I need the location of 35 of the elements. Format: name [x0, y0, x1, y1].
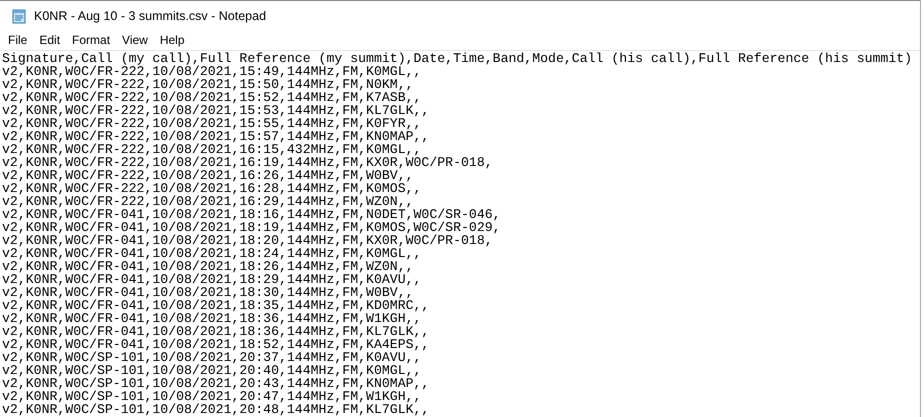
text-line: v2,K0NR,W0C/FR-041,10/08/2021,18:35,144MHz,FM,KD0MRC,,: [2, 299, 430, 312]
text-line: v2,K0NR,W0C/FR-041,10/08/2021,18:29,144MHz,FM,K0AVU,,: [2, 273, 422, 286]
text-line: v2,K0NR,W0C/FR-041,10/08/2021,18:20,144MHz,FM,KX0R,W0C/PR-018,: [2, 234, 493, 247]
text-line: Signature,Call (my call),Full Reference (my summit),Date,Time,Band,Mode,Call (his call),Full Reference (his summit): [2, 52, 912, 65]
text-line: v2,K0NR,W0C/FR-222,10/08/2021,16:29,144MHz,FM,WZ0N,,: [2, 195, 414, 208]
text-line: v2,K0NR,W0C/FR-222,10/08/2021,16:28,144MHz,FM,K0MOS,,: [2, 182, 422, 195]
text-line: v2,K0NR,W0C/FR-041,10/08/2021,18:52,144MHz,FM,KA4EPS,,: [2, 338, 430, 351]
menu-item[interactable]: File: [2, 33, 34, 47]
menu-item[interactable]: View: [116, 33, 154, 47]
text-line: v2,K0NR,W0C/FR-041,10/08/2021,18:26,144MHz,FM,WZ0N,,: [2, 260, 414, 273]
notepad-icon: [11, 8, 27, 24]
text-line: v2,K0NR,W0C/FR-041,10/08/2021,18:36,144MHz,FM,W1KGH,,: [2, 312, 422, 325]
text-line: v2,K0NR,W0C/FR-041,10/08/2021,18:24,144MHz,FM,K0MGL,,: [2, 247, 422, 260]
text-line: v2,K0NR,W0C/FR-222,10/08/2021,15:52,144MHz,FM,K7ASB,,: [2, 91, 422, 104]
text-line: v2,K0NR,W0C/SP-101,10/08/2021,20:47,144MHz,FM,W1KGH,,: [2, 390, 422, 403]
text-line: v2,K0NR,W0C/FR-222,10/08/2021,16:26,144MHz,FM,W0BV,,: [2, 169, 414, 182]
text-line: v2,K0NR,W0C/FR-222,10/08/2021,16:15,432MHz,FM,K0MGL,,: [2, 143, 422, 156]
text-line: v2,K0NR,W0C/FR-222,10/08/2021,15:55,144MHz,FM,K0FYR,,: [2, 117, 422, 130]
menu-item[interactable]: Edit: [33, 33, 66, 47]
text-line: v2,K0NR,W0C/SP-101,10/08/2021,20:48,144MHz,FM,KL7GLK,,: [2, 403, 430, 416]
text-line: v2,K0NR,W0C/FR-222,10/08/2021,15:53,144MHz,FM,KL7GLK,,: [2, 104, 430, 117]
text-line: v2,K0NR,W0C/FR-222,10/08/2021,16:19,144MHz,FM,KX0R,W0C/PR-018,: [2, 156, 493, 169]
text-line: v2,K0NR,W0C/SP-101,10/08/2021,20:37,144MHz,FM,K0AVU,,: [2, 351, 422, 364]
text-line: v2,K0NR,W0C/FR-222,10/08/2021,15:49,144MHz,FM,K0MGL,,: [2, 65, 422, 78]
text-line: v2,K0NR,W0C/FR-222,10/08/2021,15:50,144MHz,FM,N0KM,,: [2, 78, 414, 91]
text-line: v2,K0NR,W0C/FR-222,10/08/2021,15:57,144MHz,FM,KN0MAP,,: [2, 130, 430, 143]
menu-item[interactable]: Format: [66, 33, 116, 47]
menu-item[interactable]: Help: [154, 33, 191, 47]
text-line: v2,K0NR,W0C/SP-101,10/08/2021,20:43,144MHz,FM,KN0MAP,,: [2, 377, 430, 390]
text-line: v2,K0NR,W0C/FR-041,10/08/2021,18:30,144MHz,FM,W0BV,,: [2, 286, 414, 299]
text-line: v2,K0NR,W0C/FR-041,10/08/2021,18:16,144MHz,FM,N0DET,W0C/SR-046,: [2, 208, 501, 221]
text-line: v2,K0NR,W0C/FR-041,10/08/2021,18:19,144MHz,FM,K0MOS,W0C/SR-029,: [2, 221, 501, 234]
text-line: v2,K0NR,W0C/FR-041,10/08/2021,18:36,144MHz,FM,KL7GLK,,: [2, 325, 430, 338]
text-line: v2,K0NR,W0C/SP-101,10/08/2021,20:40,144MHz,FM,K0MGL,,: [2, 364, 422, 377]
window-title: K0NR - Aug 10 - 3 summits.csv - Notepad: [34, 8, 266, 22]
